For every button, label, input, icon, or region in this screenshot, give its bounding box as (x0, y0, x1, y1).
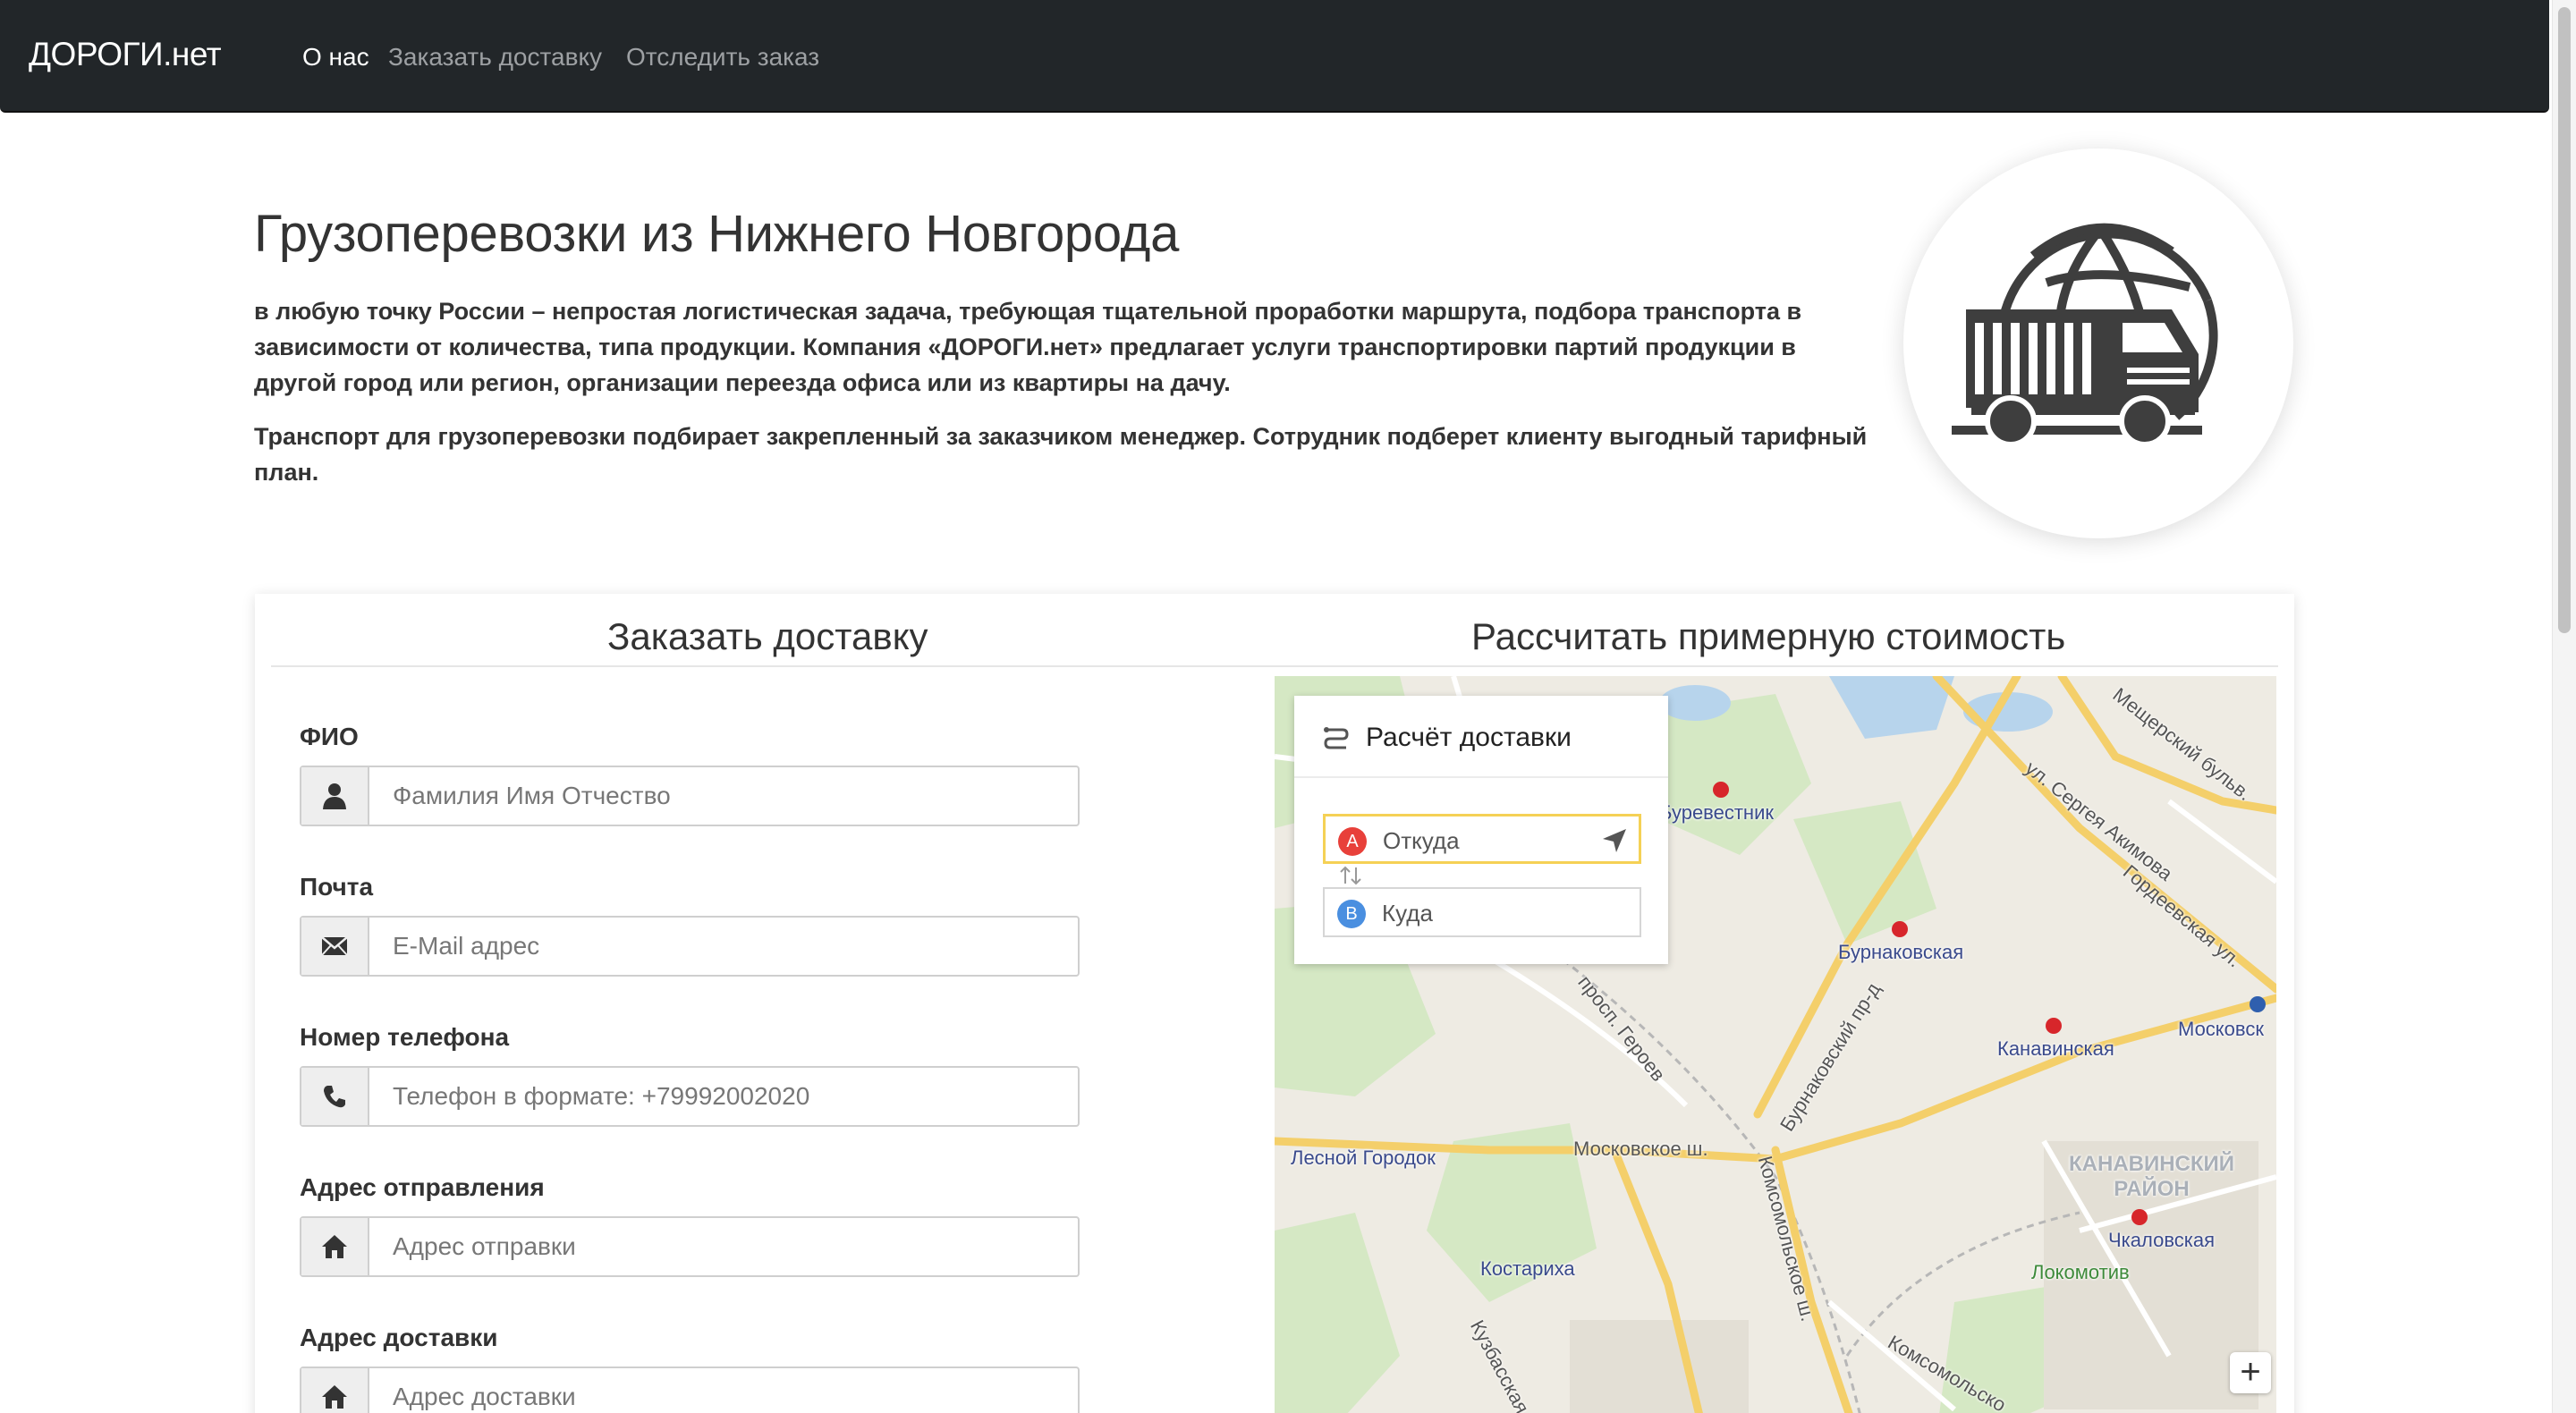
route-from-placeholder: Откуда (1383, 827, 1460, 854)
locate-arrow-icon[interactable] (1601, 827, 1628, 854)
metro-pin (1713, 782, 1729, 798)
order-panel: Заказать доставку Рассчитать примерную с… (255, 594, 2294, 1413)
phone-input[interactable] (371, 1068, 1078, 1125)
calculator-heading: Рассчитать примерную стоимость (1471, 615, 2066, 657)
home-icon (301, 1368, 369, 1413)
map-label-district: КАНАВИНСКИЙ РАЙОН (2069, 1152, 2235, 1201)
route-card-title: Расчёт доставки (1366, 723, 1572, 752)
home-icon (301, 1218, 369, 1275)
map-zoom-in-button[interactable]: + (2230, 1352, 2271, 1393)
map-label-chkalovskaya: Чкаловская (2108, 1229, 2216, 1251)
truck-globe-icon (1952, 223, 2218, 447)
delivery-map[interactable]: Буревестник Бурнаковская Канавинская Мос… (1275, 676, 2276, 1413)
brand-logo[interactable]: ДОРОГИ.нет (29, 36, 222, 73)
top-navbar: ДОРОГИ.нет О нас Заказать доставку Отсле… (0, 0, 2549, 113)
metro-pin (2131, 1209, 2148, 1225)
departure-address-group (300, 1216, 1080, 1277)
fio-input[interactable] (371, 767, 1078, 825)
hero-paragraph-1: в любую точку России – непростая логисти… (254, 298, 1802, 396)
panel-divider (271, 665, 2278, 667)
company-logo-circle (1903, 148, 2293, 538)
metro-pin (1892, 921, 1908, 937)
order-form-heading: Заказать доставку (607, 615, 928, 657)
page-title: Грузоперевозки из Нижнего Новгорода (254, 205, 1180, 263)
map-label-kostarikha: Костариха (1480, 1257, 1575, 1280)
swap-points-icon[interactable] (1339, 866, 1362, 885)
departure-address-label: Адрес отправления (300, 1173, 545, 1201)
map-label-lokomotiv: Локомотив (2031, 1261, 2130, 1283)
point-b-badge: B (1337, 900, 1366, 928)
delivery-address-input[interactable] (371, 1368, 1078, 1413)
phone-label: Номер телефона (300, 1023, 510, 1051)
phone-icon (301, 1068, 369, 1125)
route-to-input[interactable]: B Куда (1323, 887, 1641, 937)
map-label-moskovsk: Московск (2178, 1018, 2264, 1040)
nav-link-order[interactable]: Заказать доставку (388, 43, 602, 72)
fio-input-group (300, 766, 1080, 826)
hero-paragraph-2: Транспорт для грузоперевозки подбирает з… (254, 423, 1868, 486)
phone-input-group (300, 1066, 1080, 1127)
map-label-lesnoy-gorodok: Лесной Городок (1291, 1146, 1436, 1169)
route-to-placeholder: Куда (1382, 900, 1433, 926)
route-calculator-card: Расчёт доставки A Откуда B Куда (1294, 696, 1668, 964)
envelope-icon (301, 918, 369, 975)
map-label-kanavinskaya: Канавинская (1997, 1037, 2114, 1060)
delivery-address-group (300, 1366, 1080, 1413)
map-label-burevestnik: Буревестник (1659, 801, 1774, 824)
nav-link-about[interactable]: О нас (302, 43, 369, 72)
email-input-group (300, 916, 1080, 977)
route-icon (1324, 727, 1349, 749)
route-card-header: Расчёт доставки (1294, 696, 1668, 778)
user-icon (301, 767, 369, 825)
point-a-badge: A (1338, 827, 1367, 856)
route-from-input[interactable]: A Откуда (1323, 814, 1641, 864)
station-pin (2250, 996, 2266, 1012)
metro-pin (2046, 1018, 2062, 1034)
email-label: Почта (300, 873, 374, 901)
departure-address-input[interactable] (371, 1218, 1078, 1275)
fio-label: ФИО (300, 723, 359, 750)
scrollbar-thumb[interactable] (2558, 7, 2571, 633)
email-input[interactable] (371, 918, 1078, 975)
map-label-moskovskoe-sh: Московское ш. (1573, 1138, 1708, 1160)
delivery-address-label: Адрес доставки (300, 1324, 498, 1351)
map-label-burnakovskaya: Бурнаковская (1838, 941, 1964, 963)
nav-link-track[interactable]: Отследить заказ (626, 43, 819, 72)
